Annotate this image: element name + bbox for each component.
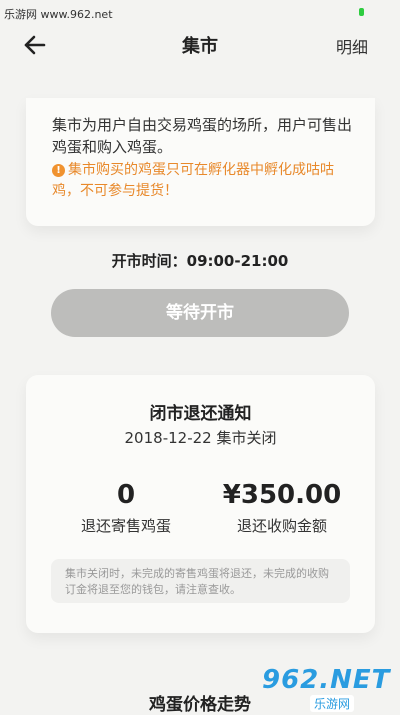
site-logo: 962.NET 乐游网 [262, 665, 392, 712]
refund-amount-value: ¥350.00 [222, 480, 342, 510]
refund-amount-stat: ¥350.00 退还收购金额 [202, 479, 362, 536]
refund-amount-label: 退还收购金额 [236, 517, 327, 535]
logo-sub-text: 乐游网 [310, 695, 355, 712]
notice-note: 集市关闭时，未完成的寄售鸡蛋将退还，未完成的收购订金将退至您的钱包，请注意查收。 [51, 559, 350, 603]
navigation-bar: 集市 明细 [0, 22, 400, 68]
intro-card: 集市为用户自由交易鸡蛋的场所，用户可售出鸡蛋和购入鸡蛋。 ! 集市购买的鸡蛋只可在… [26, 98, 375, 226]
refund-notice-card: 闭市退还通知 2018-12-22 集市关闭 0 退还寄售鸡蛋 ¥350.00 … [26, 375, 375, 633]
status-indicator [359, 8, 364, 16]
warning-text: 集市购买的鸡蛋只可在孵化器中孵化成咕咕鸡，不可参与提货！ [52, 162, 334, 199]
warning-message: ! 集市购买的鸡蛋只可在孵化器中孵化成咕咕鸡，不可参与提货！ [52, 160, 352, 202]
detail-link[interactable]: 明细 [336, 34, 368, 58]
logo-main-text: 962.NET [262, 665, 391, 695]
intro-text: 集市为用户自由交易鸡蛋的场所，用户可售出鸡蛋和购入鸡蛋。 [52, 116, 353, 156]
notice-date: 2018-12-22 集市关闭 [124, 429, 277, 447]
watermark-text: 乐游网 www.962.net [4, 8, 113, 21]
notice-title: 闭市退还通知 [149, 404, 252, 424]
market-hours: 开市时间：09:00-21:00 [111, 252, 289, 270]
refund-eggs-stat: 0 退还寄售鸡蛋 [46, 479, 206, 536]
refund-eggs-value: 0 [116, 480, 136, 510]
wait-open-button[interactable]: 等待开市 [51, 289, 349, 337]
refund-eggs-label: 退还寄售鸡蛋 [80, 517, 171, 535]
warning-icon: ! [52, 164, 65, 177]
